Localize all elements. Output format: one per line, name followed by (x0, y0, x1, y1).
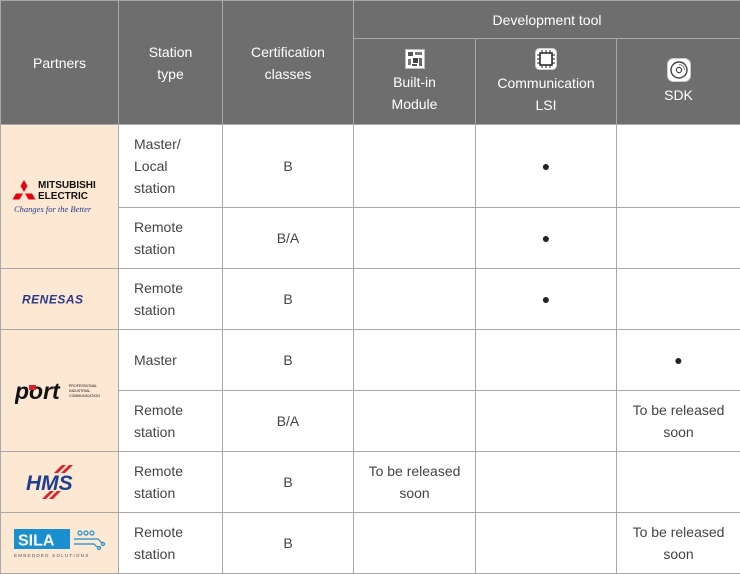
sdk-cell (617, 269, 740, 330)
communication-lsi-cell (476, 452, 617, 513)
partner-hms-cell: HMS (1, 452, 119, 513)
svg-text:INDUSTRIAL: INDUSTRIAL (69, 389, 90, 393)
hms-logo: HMS (22, 465, 98, 499)
header-built-in-module: Built-in Module (354, 39, 476, 125)
svg-text:EMBEDDED SOLUTIONS: EMBEDDED SOLUTIONS (14, 553, 89, 558)
station-type: Remote station (119, 208, 223, 269)
svg-text:HMS: HMS (26, 472, 73, 495)
communication-lsi-cell: ● (476, 208, 617, 269)
svg-text:MITSUBISHI: MITSUBISHI (38, 180, 96, 191)
partner-renesas-cell: RENESAS (1, 269, 119, 330)
sdk-cell (617, 125, 740, 208)
certification-class: B (223, 269, 354, 330)
svg-text:PROFESSIONAL: PROFESSIONAL (69, 384, 97, 388)
built-in-module-cell: To be released soon (354, 452, 476, 513)
built-in-module-cell (354, 125, 476, 208)
module-icon (405, 49, 425, 69)
station-type: Remote station (119, 269, 223, 330)
sdk-cell (617, 452, 740, 513)
built-in-module-cell (354, 330, 476, 391)
header-development-tool: Development tool (354, 1, 740, 39)
sdk-cell: To be released soon (617, 513, 740, 574)
built-in-module-cell (354, 208, 476, 269)
certification-class: B (223, 513, 354, 574)
built-in-module-cell (354, 391, 476, 452)
sila-logo: SILA EMBEDDED SOLUTIONS (14, 527, 106, 559)
header-certification-classes: Certification classes (223, 1, 354, 125)
certification-class: B (223, 125, 354, 208)
partner-mitsubishi-cell: MITSUBISHI ELECTRIC Changes for the Bett… (1, 125, 119, 269)
partners-table: Partners Station type Certification clas… (0, 0, 740, 574)
certification-class: B/A (223, 208, 354, 269)
sdk-cell: To be released soon (617, 391, 740, 452)
disc-icon (667, 58, 691, 82)
svg-text:RENESAS: RENESAS (22, 293, 84, 307)
communication-lsi-cell: ● (476, 125, 617, 208)
table-row: SILA EMBEDDED SOLUTIONS Remote station B… (1, 513, 740, 574)
svg-text:COMMUNICATION: COMMUNICATION (69, 394, 100, 398)
partner-sila-cell: SILA EMBEDDED SOLUTIONS (1, 513, 119, 574)
mitsubishi-electric-logo: MITSUBISHI ELECTRIC Changes for the Bett… (12, 175, 108, 219)
communication-lsi-cell (476, 391, 617, 452)
built-in-module-cell (354, 269, 476, 330)
header-station-type: Station type (119, 1, 223, 125)
station-type: Master/ Local station (119, 125, 223, 208)
port-logo: port PROFESSIONAL INDUSTRIAL COMMUNICATI… (15, 377, 105, 405)
header-partners: Partners (1, 1, 119, 125)
header-sdk: SDK (617, 39, 740, 125)
communication-lsi-cell: ● (476, 269, 617, 330)
table-row: HMS Remote station B To be released soon (1, 452, 740, 513)
communication-lsi-cell (476, 513, 617, 574)
table-row: RENESAS Remote station B ● (1, 269, 740, 330)
sdk-cell (617, 208, 740, 269)
station-type: Remote station (119, 452, 223, 513)
station-type: Remote station (119, 513, 223, 574)
svg-text:port: port (15, 378, 61, 404)
header-communication-lsi: Communication LSI (476, 39, 617, 125)
svg-text:Changes for the Better: Changes for the Better (14, 204, 92, 214)
renesas-logo: RENESAS (20, 291, 100, 307)
certification-class: B (223, 452, 354, 513)
svg-text:ELECTRIC: ELECTRIC (38, 191, 88, 202)
certification-class: B/A (223, 391, 354, 452)
station-type: Master (119, 330, 223, 391)
table-row: port PROFESSIONAL INDUSTRIAL COMMUNICATI… (1, 330, 740, 391)
station-type: Remote station (119, 391, 223, 452)
partner-port-cell: port PROFESSIONAL INDUSTRIAL COMMUNICATI… (1, 330, 119, 452)
table-row: MITSUBISHI ELECTRIC Changes for the Bett… (1, 125, 740, 208)
communication-lsi-cell (476, 330, 617, 391)
chip-icon (535, 48, 557, 70)
certification-class: B (223, 330, 354, 391)
svg-text:SILA: SILA (18, 533, 55, 550)
built-in-module-cell (354, 513, 476, 574)
sdk-cell: ● (617, 330, 740, 391)
